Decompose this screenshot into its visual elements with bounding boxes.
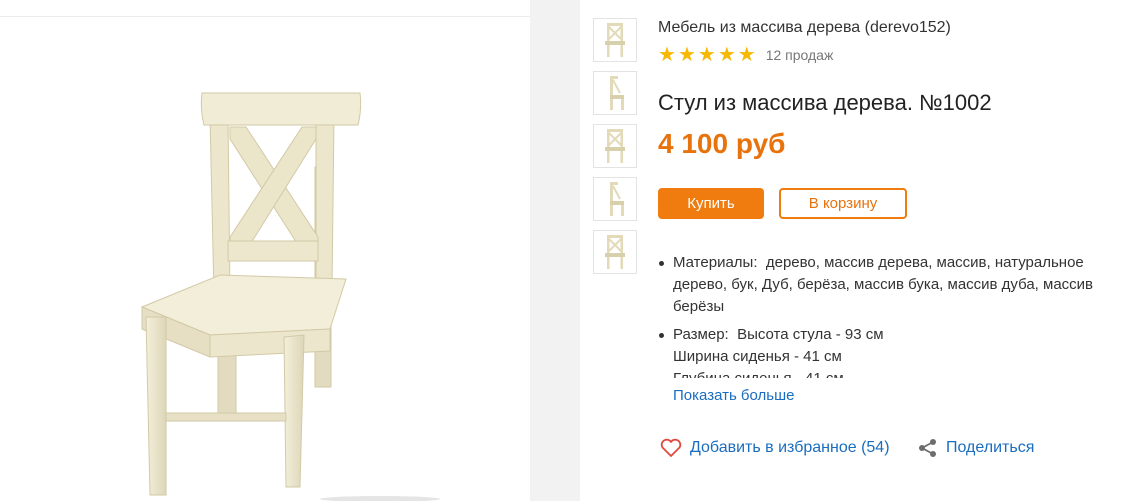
star-icon: ★ [658,44,676,66]
chair-image [140,92,440,501]
spec-size-label: Размер: [673,326,729,343]
thumbnail-4[interactable] [593,177,637,221]
spec-materials: Материалы: дерево, массив дерева, массив… [658,252,1128,318]
chair-front-thumb-icon [605,129,625,163]
thumbnail-list [593,18,639,283]
product-title: Стул из массива дерева. №1002 [658,90,992,115]
heart-icon [660,438,682,457]
thumbnail-2[interactable] [593,71,637,115]
chair-side-thumb-icon [610,76,624,110]
show-more-link[interactable]: Показать больше [673,387,794,404]
chair-side-thumb-icon [610,182,624,216]
spec-size-line1: Высота стула - 93 см [737,326,884,343]
star-icon: ★ [737,44,756,66]
sales-count: 12 продаж [765,47,834,63]
share-icon [919,439,936,457]
star-icon: ★ [697,44,716,66]
chair-front-thumb-icon [605,23,625,57]
spec-materials-label: Материалы: [673,254,758,271]
chair-front-thumb-icon [605,235,625,269]
rating: ★ ★ ★ ★ ★ 12 продаж [658,44,833,66]
favorite-button[interactable]: Добавить в избранное (54) [660,438,890,458]
seller-link[interactable]: Мебель из массива дерева (derevo152) [658,19,951,37]
thumbnail-1[interactable] [593,18,637,62]
star-icon: ★ [677,44,696,66]
buy-button[interactable]: Купить [658,188,764,219]
add-to-cart-button[interactable]: В корзину [779,188,907,219]
share-button[interactable]: Поделиться [918,438,1034,458]
spec-size: Размер: Высота стула - 93 см Ширина сиде… [658,324,1128,378]
thumbnail-5[interactable] [593,230,637,274]
product-main-image[interactable] [0,17,530,501]
thumbnail-3[interactable] [593,124,637,168]
share-label: Поделиться [946,439,1035,456]
favorite-label: Добавить в избранное (54) [690,439,890,456]
spec-size-line3: Глубина сиденья - 41 см [673,368,1128,378]
star-icon: ★ [717,44,736,66]
product-price: 4 100 руб [658,128,786,159]
spec-list: Материалы: дерево, массив дерева, массив… [658,252,1128,378]
image-gutter [530,0,580,501]
spec-size-line2: Ширина сиденья - 41 см [673,348,842,365]
